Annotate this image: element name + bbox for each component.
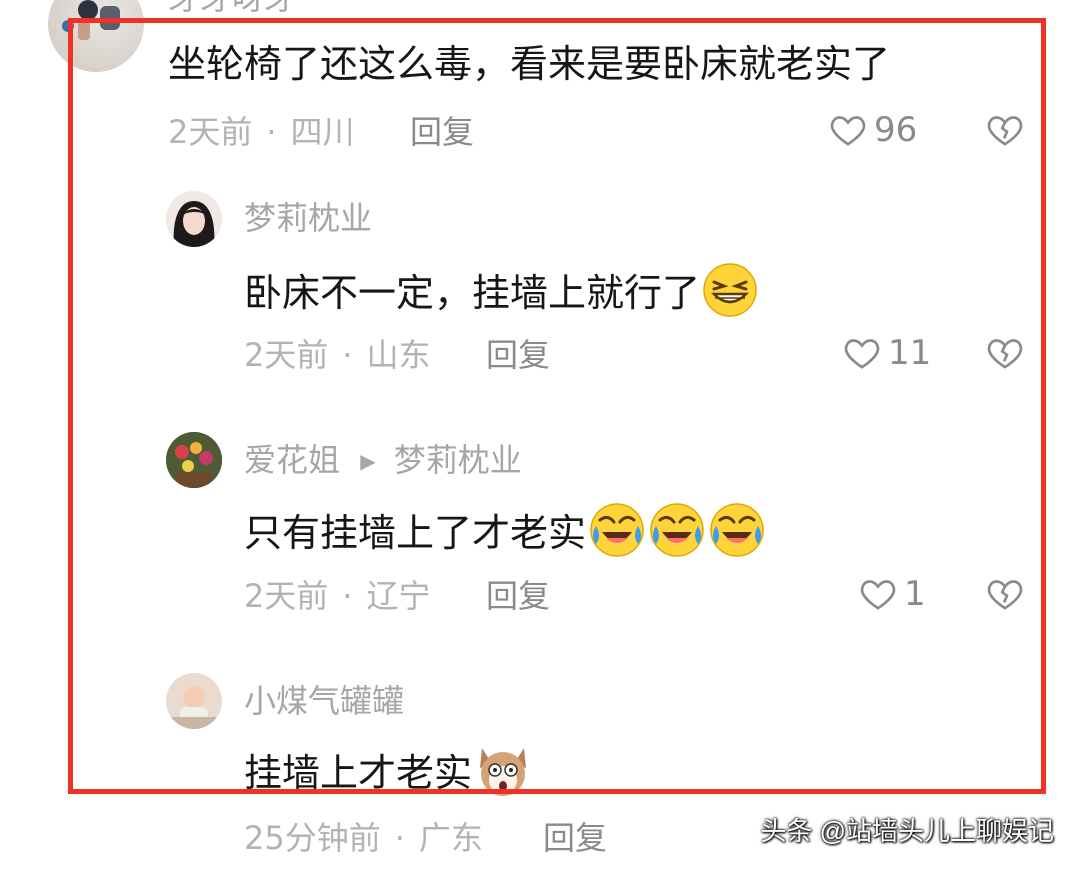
- avatar-reply-2[interactable]: [166, 432, 222, 488]
- reply-button[interactable]: 回复: [410, 112, 474, 152]
- reply-1-username[interactable]: 梦莉枕业: [244, 198, 372, 238]
- shocked-dog-emoji: [474, 742, 532, 809]
- comment-time: 2天前: [244, 336, 329, 374]
- broken-heart-icon: [987, 116, 1023, 146]
- reply-2-author[interactable]: 爱花姐: [244, 441, 340, 479]
- reply-2-meta: 2天前 · 辽宁: [244, 576, 431, 616]
- reply-3-text: 挂墙上才老实: [244, 742, 532, 809]
- reply-3-meta: 25分钟前 · 广东: [244, 818, 483, 858]
- meta-separator: ·: [394, 819, 405, 857]
- dislike-button[interactable]: [984, 110, 1026, 154]
- reply-1-meta: 2天前 · 山东: [244, 335, 431, 375]
- comment-location: 山东: [366, 336, 431, 374]
- comment-time: 2天前: [244, 577, 329, 615]
- avatar-top-comment[interactable]: [48, 0, 144, 72]
- reply-3-username[interactable]: 小煤气罐罐: [244, 681, 404, 721]
- grin-squint-emoji: [702, 262, 758, 329]
- meta-separator: ·: [266, 113, 277, 151]
- reply-2-body: 只有挂墙上了才老实: [244, 511, 587, 555]
- reply-3-body: 挂墙上才老实: [244, 751, 473, 795]
- like-button[interactable]: 1: [858, 574, 926, 614]
- reply-button[interactable]: 回复: [486, 576, 550, 616]
- reply-button[interactable]: 回复: [543, 818, 607, 858]
- reply-2-username[interactable]: 爱花姐 ▶ 梦莉枕业: [244, 440, 522, 484]
- reply-2-reply-to[interactable]: 梦莉枕业: [394, 441, 522, 479]
- avatar-reply-3[interactable]: [166, 673, 222, 729]
- meta-separator: ·: [342, 577, 353, 615]
- comment-location: 辽宁: [366, 577, 431, 615]
- reply-button[interactable]: 回复: [486, 335, 550, 375]
- avatar-reply-1[interactable]: [166, 191, 222, 247]
- broken-heart-icon: [987, 339, 1023, 369]
- rofl-emoji: [588, 502, 646, 569]
- heart-icon: [860, 580, 896, 610]
- like-count: 1: [904, 574, 926, 614]
- dislike-button[interactable]: [984, 333, 1026, 377]
- like-count: 96: [874, 110, 918, 150]
- comment-time: 25分钟前: [244, 819, 381, 857]
- reply-1-body: 卧床不一定，挂墙上就行了: [244, 271, 701, 315]
- like-button[interactable]: 96: [828, 110, 917, 150]
- reply-arrow-icon: ▶: [360, 449, 376, 473]
- comment-time: 2天前: [168, 113, 253, 151]
- top-comment-text: 坐轮椅了还这么毒，看来是要卧床就老实了: [168, 42, 891, 86]
- meta-separator: ·: [342, 336, 353, 374]
- rofl-emoji: [708, 502, 766, 569]
- top-comment-meta: 2天前 · 四川: [168, 112, 355, 152]
- reply-1-text: 卧床不一定，挂墙上就行了: [244, 262, 758, 329]
- like-button[interactable]: 11: [842, 333, 931, 373]
- reply-2-text: 只有挂墙上了才老实: [244, 502, 766, 569]
- comment-location: 四川: [290, 113, 355, 151]
- top-comment-username[interactable]: 牙牙呀牙: [168, 0, 296, 18]
- comment-location: 广东: [418, 819, 483, 857]
- broken-heart-icon: [987, 580, 1023, 610]
- rofl-emoji: [648, 502, 706, 569]
- dislike-button[interactable]: [984, 574, 1026, 618]
- like-count: 11: [888, 333, 932, 373]
- heart-icon: [844, 339, 880, 369]
- heart-icon: [830, 116, 866, 146]
- watermark: 头条 @站墙头儿上聊娱记: [760, 816, 1054, 846]
